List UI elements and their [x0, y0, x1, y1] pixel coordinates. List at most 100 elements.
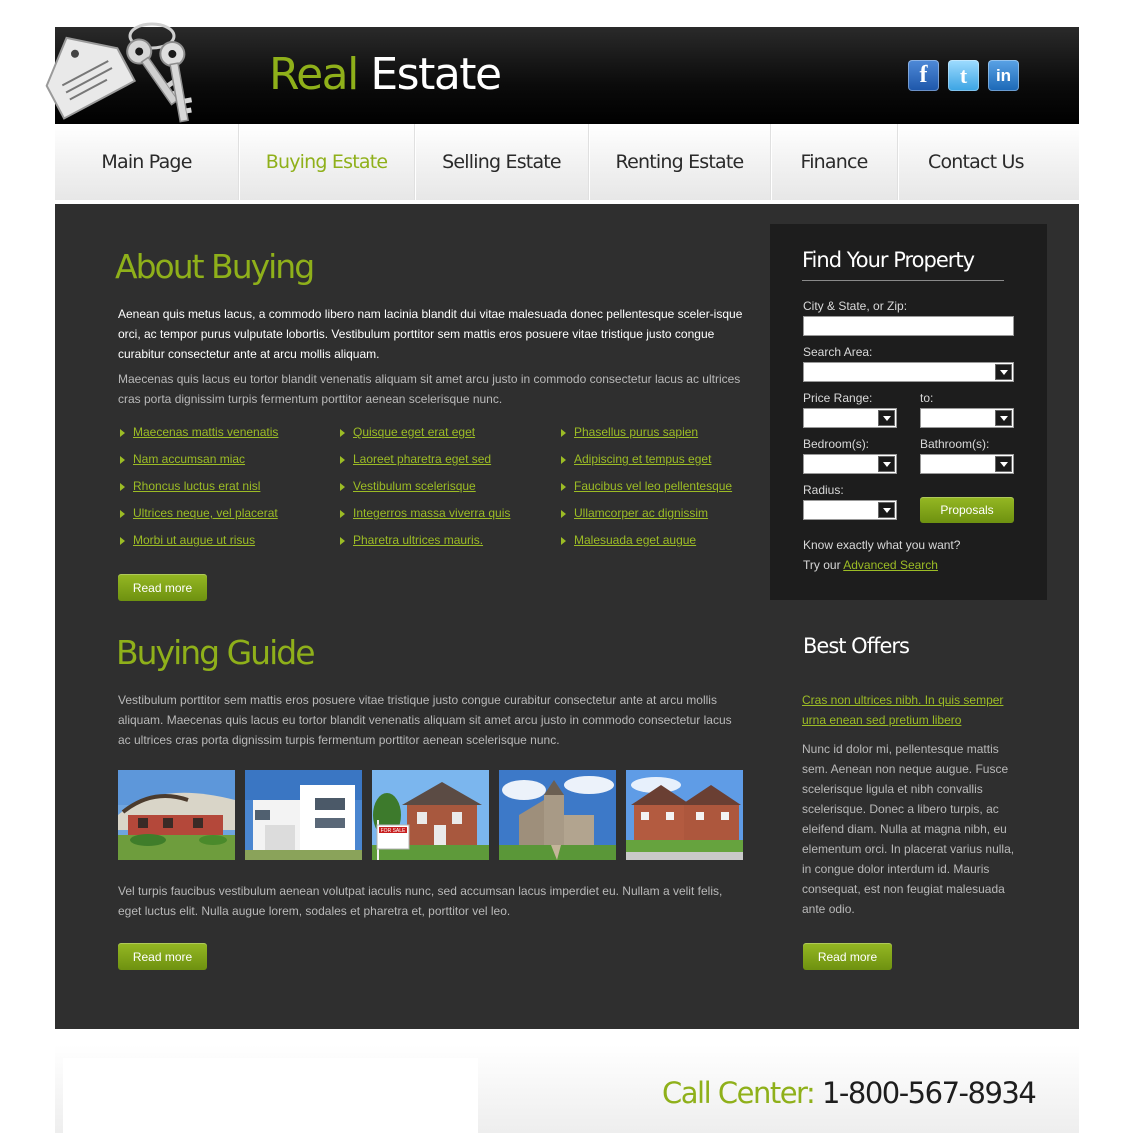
about-link-label: Malesuada eget augue — [574, 533, 697, 547]
best-offer-link[interactable]: Cras non ultrices nibh. In quis semper u… — [802, 690, 1022, 730]
radius-label: Radius: — [803, 483, 844, 497]
arrow-right-icon — [561, 537, 566, 545]
price-range-label: Price Range: — [803, 391, 873, 405]
arrow-right-icon — [120, 456, 125, 464]
about-link[interactable]: Integerros massa viverra quis — [338, 506, 510, 533]
about-link-label: Morbi ut augue ut risus — [133, 533, 256, 547]
about-link-label: Vestibulum scelerisque — [353, 479, 476, 493]
nav-finance[interactable]: Finance — [771, 124, 898, 200]
search-area-select[interactable] — [803, 362, 1014, 382]
best-offers-text: Nunc id dolor mi, pellentesque mattis se… — [802, 742, 1015, 916]
about-link[interactable]: Morbi ut augue ut risus — [118, 533, 278, 560]
about-links-column-1: Maecenas mattis venenatis Nam accumsan m… — [118, 425, 278, 560]
arrow-right-icon — [340, 537, 345, 545]
about-link[interactable]: Pharetra ultrices mauris. — [338, 533, 510, 560]
logo-word-real: Real — [269, 49, 359, 100]
chevron-down-icon — [995, 456, 1012, 472]
about-link-label: Phasellus purus sapien — [574, 425, 699, 439]
city-label: City & State, or Zip: — [803, 299, 908, 313]
site-logo[interactable]: Real Estate — [269, 49, 502, 100]
about-link[interactable]: Rhoncus luctus erat nisl — [118, 479, 278, 506]
proposals-button[interactable]: Proposals — [920, 497, 1014, 523]
chevron-down-icon — [878, 502, 895, 518]
about-link[interactable]: Faucibus vel leo pellentesque — [559, 479, 732, 506]
chevron-down-icon — [878, 410, 895, 426]
about-link[interactable]: Ultrices neque, vel placerat — [118, 506, 278, 533]
nav-contact-us[interactable]: Contact Us — [898, 124, 1038, 200]
chevron-down-icon — [995, 364, 1012, 380]
linkedin-icon[interactable]: in — [988, 60, 1019, 91]
twitter-icon[interactable]: t — [948, 60, 979, 91]
guide-body-text: Vel turpis faucibus vestibulum aenean vo… — [118, 884, 723, 918]
call-center: Call Center: 1-800-567-8934 — [662, 1076, 1037, 1110]
property-thumbnail-3[interactable]: FOR SALE — [372, 770, 489, 860]
arrow-right-icon — [120, 537, 125, 545]
advanced-search-line: Try our Advanced Search — [803, 558, 938, 572]
bedrooms-select[interactable] — [803, 454, 897, 474]
nav-buying-estate[interactable]: Buying Estate — [239, 124, 415, 200]
guide-intro-text: Vestibulum porttitor sem mattis eros pos… — [118, 693, 732, 747]
about-links-column-2: Quisque eget erat eget Laoreet pharetra … — [338, 425, 510, 560]
footer-blank-panel — [63, 1058, 478, 1133]
about-link[interactable]: Nam accumsan miac — [118, 452, 278, 479]
arrow-right-icon — [120, 510, 125, 518]
nav-selling-estate[interactable]: Selling Estate — [415, 124, 589, 200]
arrow-right-icon — [340, 456, 345, 464]
nav-renting-estate[interactable]: Renting Estate — [589, 124, 771, 200]
about-link-label: Adipiscing et tempus eget — [574, 452, 712, 466]
arrow-right-icon — [561, 510, 566, 518]
offers-read-more-button[interactable]: Read more — [803, 943, 892, 970]
about-link-label: Pharetra ultrices mauris. — [353, 533, 484, 547]
about-link[interactable]: Malesuada eget augue — [559, 533, 732, 560]
bathrooms-select[interactable] — [920, 454, 1014, 474]
about-link-label: Nam accumsan miac — [133, 452, 246, 466]
call-center-label: Call Center: — [662, 1076, 816, 1110]
about-link[interactable]: Ullamcorper ac dignissim — [559, 506, 732, 533]
arrow-right-icon — [120, 483, 125, 491]
arrow-right-icon — [340, 483, 345, 491]
chevron-down-icon — [878, 456, 895, 472]
advanced-search-link[interactable]: Advanced Search — [843, 558, 938, 572]
about-link-label: Integerros massa viverra quis — [353, 506, 511, 520]
arrow-right-icon — [120, 429, 125, 437]
about-link[interactable]: Adipiscing et tempus eget — [559, 452, 732, 479]
price-min-select[interactable] — [803, 408, 897, 428]
property-thumbnail-1[interactable] — [118, 770, 235, 860]
know-what-you-want-text: Know exactly what you want? — [803, 538, 961, 552]
best-offers-heading: Best Offers — [803, 634, 910, 658]
about-link[interactable]: Maecenas mattis venenatis — [118, 425, 278, 452]
logo-word-estate: Estate — [370, 49, 502, 100]
about-link[interactable]: Laoreet pharetra eget sed — [338, 452, 510, 479]
city-state-zip-input[interactable] — [803, 316, 1014, 336]
main-navigation: Main Page Buying Estate Selling Estate R… — [55, 124, 1079, 200]
about-intro-text: Aenean quis metus lacus, a commodo liber… — [118, 307, 743, 361]
price-max-select[interactable] — [920, 408, 1014, 428]
property-thumbnail-4[interactable] — [499, 770, 616, 860]
for-sale-sign-text: FOR SALE — [381, 828, 406, 834]
radius-select[interactable] — [803, 500, 897, 520]
nav-main-page[interactable]: Main Page — [55, 124, 239, 200]
guide-read-more-button[interactable]: Read more — [118, 943, 207, 970]
about-link-label: Faucibus vel leo pellentesque — [574, 479, 733, 493]
find-property-heading: Find Your Property — [802, 248, 975, 272]
about-link-label: Ultrices neque, vel placerat — [133, 506, 278, 520]
heading-divider — [802, 280, 1004, 281]
about-link[interactable]: Phasellus purus sapien — [559, 425, 732, 452]
about-link-label: Maecenas mattis venenatis — [133, 425, 279, 439]
about-buying-heading: About Buying — [115, 247, 315, 286]
search-area-label: Search Area: — [803, 345, 873, 359]
bathrooms-label: Bathroom(s): — [920, 437, 990, 451]
about-link[interactable]: Quisque eget erat eget — [338, 425, 510, 452]
arrow-right-icon — [561, 483, 566, 491]
about-read-more-button[interactable]: Read more — [118, 574, 207, 601]
about-link[interactable]: Vestibulum scelerisque — [338, 479, 510, 506]
about-link-label: Quisque eget erat eget — [353, 425, 476, 439]
find-property-panel: Find Your Property City & State, or Zip:… — [770, 224, 1047, 600]
chevron-down-icon — [995, 410, 1012, 426]
facebook-icon[interactable]: f — [908, 60, 939, 91]
property-thumbnail-2[interactable] — [245, 770, 362, 860]
arrow-right-icon — [561, 456, 566, 464]
buying-guide-heading: Buying Guide — [116, 633, 316, 672]
call-center-phone[interactable]: 1-800-567-8934 — [822, 1076, 1037, 1110]
property-thumbnail-5[interactable] — [626, 770, 743, 860]
